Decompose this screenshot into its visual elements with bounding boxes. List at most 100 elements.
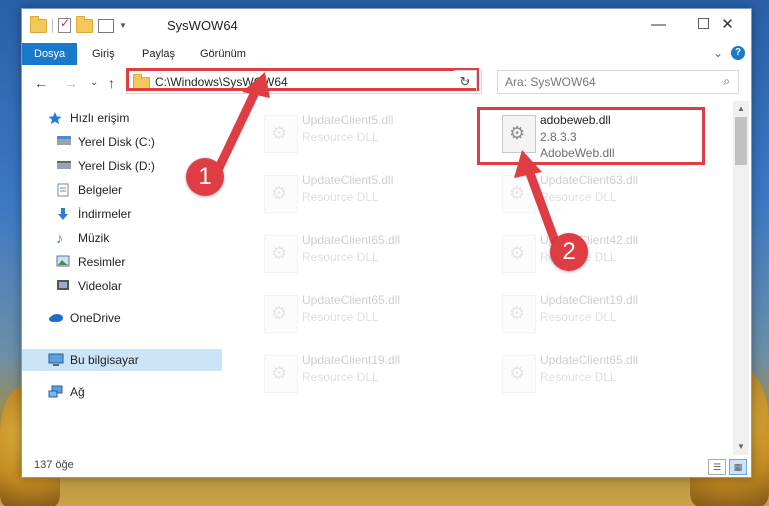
sidebar-item-onedrive[interactable]: OneDrive <box>22 307 242 329</box>
sidebar-item-quick-access[interactable]: Hızlı erişim <box>22 107 242 129</box>
separator <box>52 18 53 33</box>
network-icon <box>48 385 64 399</box>
file-description: Resource DLL <box>302 130 379 144</box>
drive-icon <box>56 135 72 149</box>
file-description: Resource DLL <box>540 310 617 324</box>
download-icon <box>56 207 72 221</box>
search-box[interactable]: Ara: SysWOW64 ⌕ <box>497 70 739 94</box>
tab-file[interactable]: Dosya <box>22 43 78 65</box>
close-button[interactable]: ✕ <box>705 9 750 39</box>
file-item[interactable]: UpdateClient5.dll Resource DLL <box>254 171 484 215</box>
file-item[interactable]: UpdateClient65.dll Resource DLL <box>254 291 484 335</box>
file-description: Resource DLL <box>540 370 617 384</box>
search-icon: ⌕ <box>723 74 730 88</box>
music-icon: ♪ <box>56 230 63 246</box>
large-icons-view-icon[interactable]: ▦ <box>729 459 747 475</box>
file-name: UpdateClient63.dll <box>540 173 639 187</box>
new-folder-icon[interactable] <box>76 15 93 33</box>
dll-file-icon <box>502 295 536 333</box>
sidebar-item-label: Yerel Disk (D:) <box>78 159 155 173</box>
folder-icon <box>30 15 47 33</box>
sidebar-item-label: Hızlı erişim <box>70 111 130 125</box>
scroll-up-icon[interactable]: ▲ <box>733 101 749 117</box>
file-name: UpdateClient65.dll <box>302 233 401 247</box>
back-button[interactable]: ← <box>34 75 48 91</box>
file-name: UpdateClient65.dll <box>302 293 401 307</box>
file-name: UpdateClient65.dll <box>540 353 639 367</box>
file-item[interactable]: UpdateClient65.dll Resource DLL <box>492 351 722 395</box>
up-button[interactable]: ↑ <box>108 75 115 91</box>
sidebar-item-label: Müzik <box>78 231 110 245</box>
sidebar-item-label: OneDrive <box>70 311 121 325</box>
pictures-icon <box>56 255 72 269</box>
quick-access-toolbar: ▼ <box>30 15 127 33</box>
drive-icon <box>56 159 72 173</box>
step-1-badge: 1 <box>186 158 224 196</box>
sidebar-item-label: Ağ <box>70 385 85 399</box>
step-2-badge: 2 <box>550 233 588 271</box>
file-item[interactable]: UpdateClient65.dll Resource DLL <box>254 231 484 275</box>
sidebar-item-network[interactable]: Ağ <box>22 381 242 403</box>
navigation-pane: Hızlı erişim Yerel Disk (C:) 📌 Yerel Dis… <box>22 101 248 439</box>
star-icon <box>48 111 64 125</box>
scroll-down-icon[interactable]: ▼ <box>733 439 749 455</box>
sidebar-item-drive-c[interactable]: Yerel Disk (C:) 📌 <box>22 131 250 153</box>
sidebar-item-label: Resimler <box>78 255 126 269</box>
tab-home[interactable]: Giriş <box>80 43 127 65</box>
video-icon <box>56 279 72 293</box>
sidebar-item-label: Videolar <box>78 279 122 293</box>
explorer-window: ▼ SysWOW64 — ☐ ✕ Dosya Giriş Paylaş Görü… <box>21 8 752 478</box>
refresh-button[interactable]: ↻ <box>454 70 477 94</box>
file-description: Resource DLL <box>540 190 617 204</box>
file-highlight-box <box>477 107 705 165</box>
file-item[interactable]: UpdateClient63.dll Resource DLL <box>492 171 722 215</box>
sidebar-item-downloads[interactable]: İndirmeler 📌 <box>22 203 250 225</box>
search-placeholder: Ara: SysWOW64 <box>505 75 596 89</box>
dll-file-icon <box>502 235 536 273</box>
dll-file-icon <box>264 235 298 273</box>
sidebar-item-music[interactable]: ♪ Müzik 📌 <box>22 227 250 249</box>
sidebar-item-label: Belgeler <box>78 183 123 197</box>
dll-file-icon <box>264 295 298 333</box>
file-name: UpdateClient5.dll <box>302 173 394 187</box>
dll-file-icon <box>264 115 298 153</box>
file-description: Resource DLL <box>302 370 379 384</box>
file-name: UpdateClient19.dll <box>540 293 639 307</box>
item-count: 137 öğe <box>34 459 74 471</box>
file-name: UpdateClient5.dll <box>302 113 394 127</box>
properties-check-icon[interactable] <box>58 16 71 33</box>
help-icon[interactable]: ? <box>731 46 745 60</box>
customize-toolbar-icon[interactable]: ▼ <box>119 21 127 30</box>
properties-icon[interactable] <box>98 18 114 33</box>
file-item[interactable]: UpdateClient5.dll Resource DLL <box>254 111 484 155</box>
sidebar-item-pictures[interactable]: Resimler 📌 <box>22 251 250 273</box>
computer-icon <box>48 353 64 367</box>
file-description: Resource DLL <box>302 190 379 204</box>
tab-share[interactable]: Paylaş <box>130 43 187 65</box>
forward-button[interactable]: → <box>64 75 78 91</box>
sidebar-item-videos[interactable]: Videolar 📌 <box>22 275 250 297</box>
details-view-icon[interactable]: ☰ <box>708 459 726 475</box>
sidebar-item-this-pc[interactable]: Bu bilgisayar <box>22 349 242 371</box>
sidebar-item-label: Yerel Disk (C:) <box>78 135 155 149</box>
ribbon-tabs: Dosya Giriş Paylaş Görünüm ⌄ ? <box>22 43 751 66</box>
cloud-icon <box>48 311 64 325</box>
minimize-button[interactable]: — <box>636 9 681 39</box>
file-item[interactable]: UpdateClient42.dll Resource DLL <box>492 231 722 275</box>
file-name: UpdateClient19.dll <box>302 353 401 367</box>
vertical-scrollbar[interactable]: ▲ ▼ <box>733 101 749 455</box>
recent-locations-button[interactable]: ⌄ <box>90 77 98 88</box>
documents-icon <box>56 183 72 197</box>
file-item[interactable]: UpdateClient19.dll Resource DLL <box>492 291 722 335</box>
dll-file-icon <box>502 355 536 393</box>
file-item[interactable]: UpdateClient19.dll Resource DLL <box>254 351 484 395</box>
scroll-thumb[interactable] <box>735 117 747 165</box>
tab-view[interactable]: Görünüm <box>188 43 258 65</box>
dll-file-icon <box>502 175 536 213</box>
expand-ribbon-icon[interactable]: ⌄ <box>713 46 723 60</box>
status-bar: 137 öğe ☰ ▦ <box>22 455 751 477</box>
file-description: Resource DLL <box>302 250 379 264</box>
navigation-bar: ← → ⌄ ↑ C:\Windows\SysWOW64 ⌄ ↻ Ara: Sys… <box>22 65 751 101</box>
sidebar-item-label: Bu bilgisayar <box>70 353 139 367</box>
window-title: SysWOW64 <box>167 18 238 33</box>
